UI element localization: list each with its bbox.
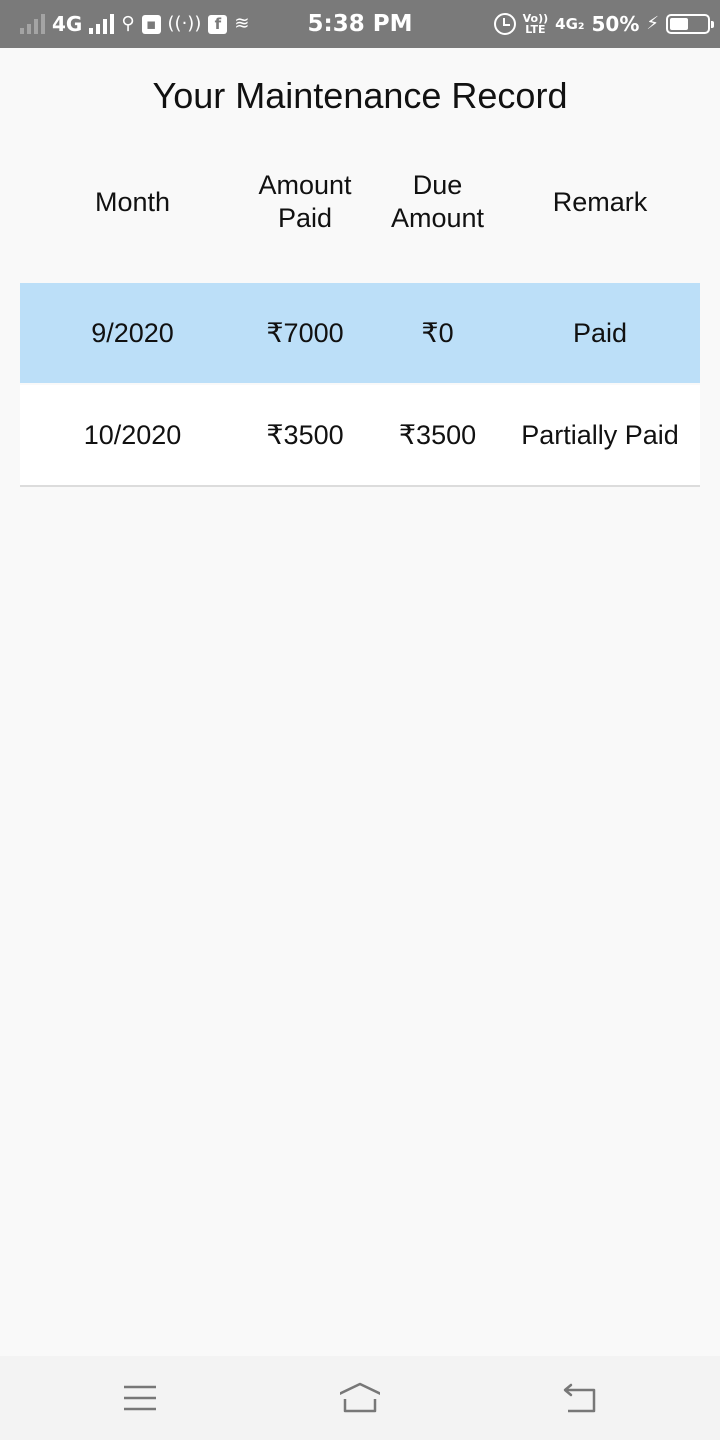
header-amount-paid-line2: Paid (277, 203, 333, 233)
status-bar-right: Vo)) LTE 4G₂ 50% ⚡ (493, 0, 714, 48)
navigation-bar (0, 1356, 720, 1440)
network-type-secondary: 4G₂ (555, 15, 585, 33)
header-amount-paid: Amount Paid (235, 162, 375, 242)
home-button[interactable] (320, 1356, 400, 1440)
battery-level (670, 18, 688, 30)
header-amount-paid-line1: Amount (258, 170, 352, 200)
battery-icon (666, 14, 714, 34)
row-remark: Partially Paid (521, 419, 679, 450)
header-remark: Remark (552, 186, 648, 217)
charging-icon: ⚡ (646, 13, 659, 34)
header-due-amount: Due Amount (365, 162, 510, 242)
page-title: Your Maintenance Record (152, 75, 568, 116)
volte-icon: Vo)) LTE (523, 13, 549, 35)
menu-button[interactable] (100, 1356, 180, 1440)
home-icon (340, 1382, 380, 1413)
row-amount-paid: ₹7000 (266, 317, 344, 348)
row-month: 10/2020 (83, 419, 182, 450)
back-button[interactable] (540, 1356, 620, 1440)
lte-label: LTE (525, 23, 546, 36)
header-month: Month (94, 186, 171, 217)
back-icon (563, 1383, 596, 1413)
row-remark: Paid (572, 317, 628, 348)
menu-icon (124, 1385, 156, 1411)
header-due-amount-line2: Amount (390, 203, 485, 233)
battery-percent: 50% (591, 12, 640, 36)
table-header: Month Amount Paid Due Amount Remark (20, 162, 700, 242)
alarm-icon (493, 13, 516, 35)
header-due-amount-line1: Due (412, 170, 463, 200)
table-row[interactable]: 10/2020 ₹3500 ₹3500 Partially Paid (20, 385, 700, 487)
row-amount-paid: ₹3500 (266, 419, 344, 450)
table-row[interactable]: 9/2020 ₹7000 ₹0 Paid (20, 283, 700, 383)
row-due-amount: ₹0 (421, 317, 454, 348)
status-bar: 4G ⚲ ▪ ((·)) f ≋ 5:38 PM Vo)) LTE 4G₂ 50… (0, 0, 720, 48)
row-due-amount: ₹3500 (398, 419, 477, 450)
row-month: 9/2020 (91, 317, 174, 348)
